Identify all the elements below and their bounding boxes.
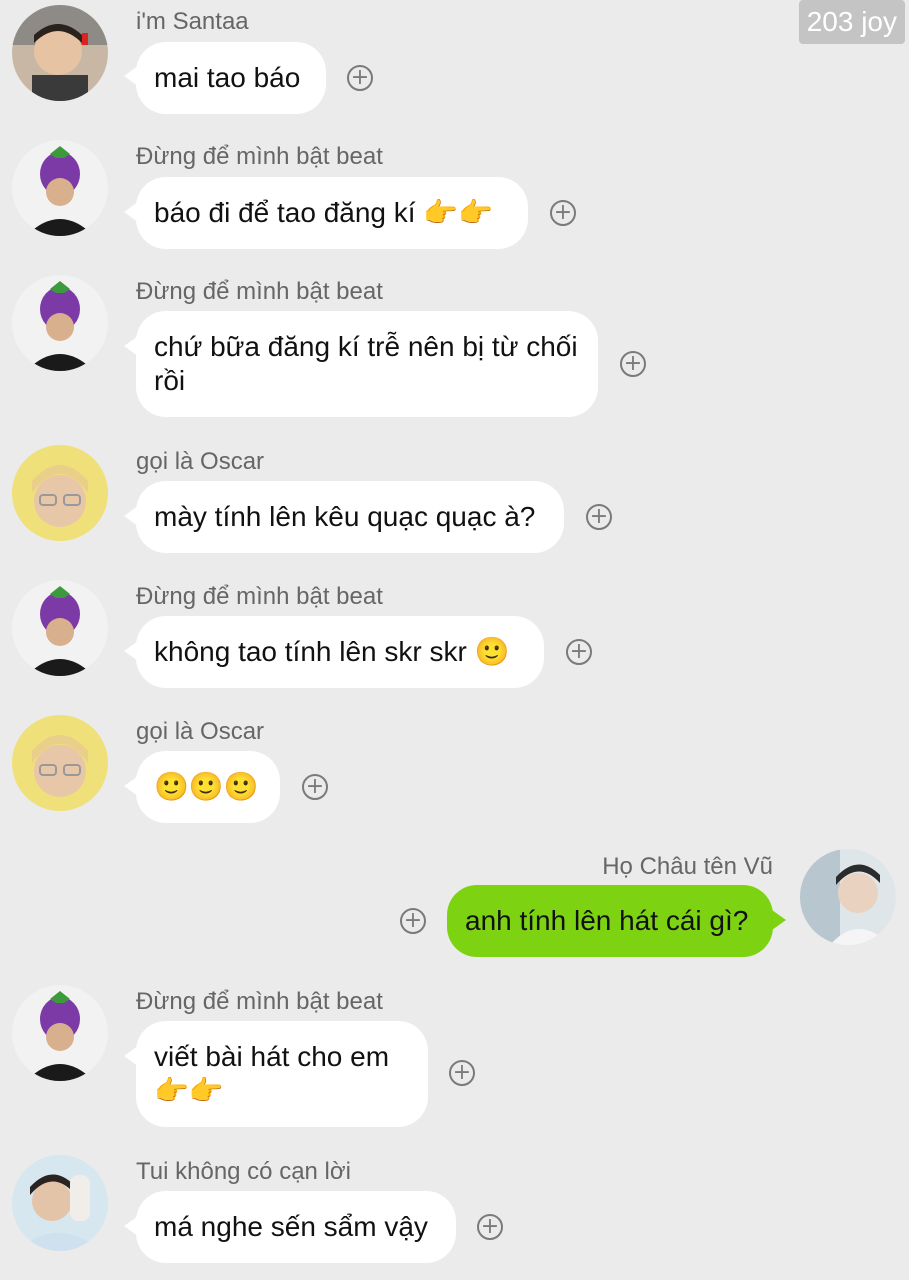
message-bubble[interactable]: không tao tính lên skr skr 🙂 — [136, 616, 544, 688]
message-bubble[interactable]: báo đi để tao đăng kí 👉👉 — [136, 177, 528, 249]
message-bubble[interactable]: anh tính lên hát cái gì? — [447, 885, 773, 957]
sender-name: Họ Châu tên Vũ — [602, 853, 773, 880]
message-text: 🙂🙂🙂 — [154, 771, 259, 802]
message-text: má nghe sến sẩm vậy — [154, 1211, 428, 1242]
message-bubble[interactable]: chứ bữa đăng kí trễ nên bị từ chối rồi — [136, 311, 598, 417]
message-bubble[interactable]: 🙂🙂🙂 — [136, 751, 280, 823]
oscar-avatar-icon[interactable] — [12, 715, 108, 811]
sender-name: Đừng để mình bật beat — [136, 988, 383, 1015]
add-reaction-icon[interactable]: + — [566, 639, 592, 665]
eggplant-hat-avatar-icon[interactable] — [12, 140, 108, 236]
message-text: chứ bữa đăng kí trễ nên bị từ chối rồi — [154, 331, 578, 396]
sender-name: i'm Santaa — [136, 8, 249, 35]
add-reaction-icon[interactable]: + — [586, 504, 612, 530]
add-reaction-icon[interactable]: + — [400, 908, 426, 934]
message-text: mày tính lên kêu quạc quạc à? — [154, 501, 536, 532]
eggplant-hat-avatar-icon[interactable] — [12, 275, 108, 371]
can-loi-avatar-icon[interactable] — [12, 1155, 108, 1251]
sender-name: gọi là Oscar — [136, 448, 265, 475]
santaa-avatar-icon[interactable] — [12, 5, 108, 101]
message-bubble[interactable]: má nghe sến sẩm vậy — [136, 1191, 456, 1263]
message-text: báo đi để tao đăng kí 👉👉 — [154, 197, 494, 228]
message-bubble[interactable]: mày tính lên kêu quạc quạc à? — [136, 481, 564, 553]
watermark: 203 joy — [798, 0, 905, 44]
chau-vu-avatar-icon[interactable] — [800, 849, 896, 945]
eggplant-hat-avatar-icon[interactable] — [12, 580, 108, 676]
add-reaction-icon[interactable]: + — [550, 200, 576, 226]
sender-name: gọi là Oscar — [136, 718, 265, 745]
oscar-avatar-icon[interactable] — [12, 445, 108, 541]
add-reaction-icon[interactable]: + — [620, 351, 646, 377]
add-reaction-icon[interactable]: + — [347, 65, 373, 91]
message-text: mai tao báo — [154, 62, 301, 93]
eggplant-hat-avatar-icon[interactable] — [12, 985, 108, 1081]
add-reaction-icon[interactable]: + — [477, 1214, 503, 1240]
message-text: viết bài hát cho em 👉👉 — [154, 1041, 390, 1106]
add-reaction-icon[interactable]: + — [302, 774, 328, 800]
sender-name: Tui không có cạn lời — [136, 1158, 351, 1185]
message-bubble[interactable]: mai tao báo — [136, 42, 326, 114]
sender-name: Đừng để mình bật beat — [136, 278, 383, 305]
sender-name: Đừng để mình bật beat — [136, 583, 383, 610]
message-bubble[interactable]: viết bài hát cho em 👉👉 — [136, 1021, 428, 1127]
message-text: không tao tính lên skr skr 🙂 — [154, 636, 510, 667]
add-reaction-icon[interactable]: + — [449, 1060, 475, 1086]
sender-name: Đừng để mình bật beat — [136, 143, 383, 170]
message-text: anh tính lên hát cái gì? — [465, 905, 749, 936]
